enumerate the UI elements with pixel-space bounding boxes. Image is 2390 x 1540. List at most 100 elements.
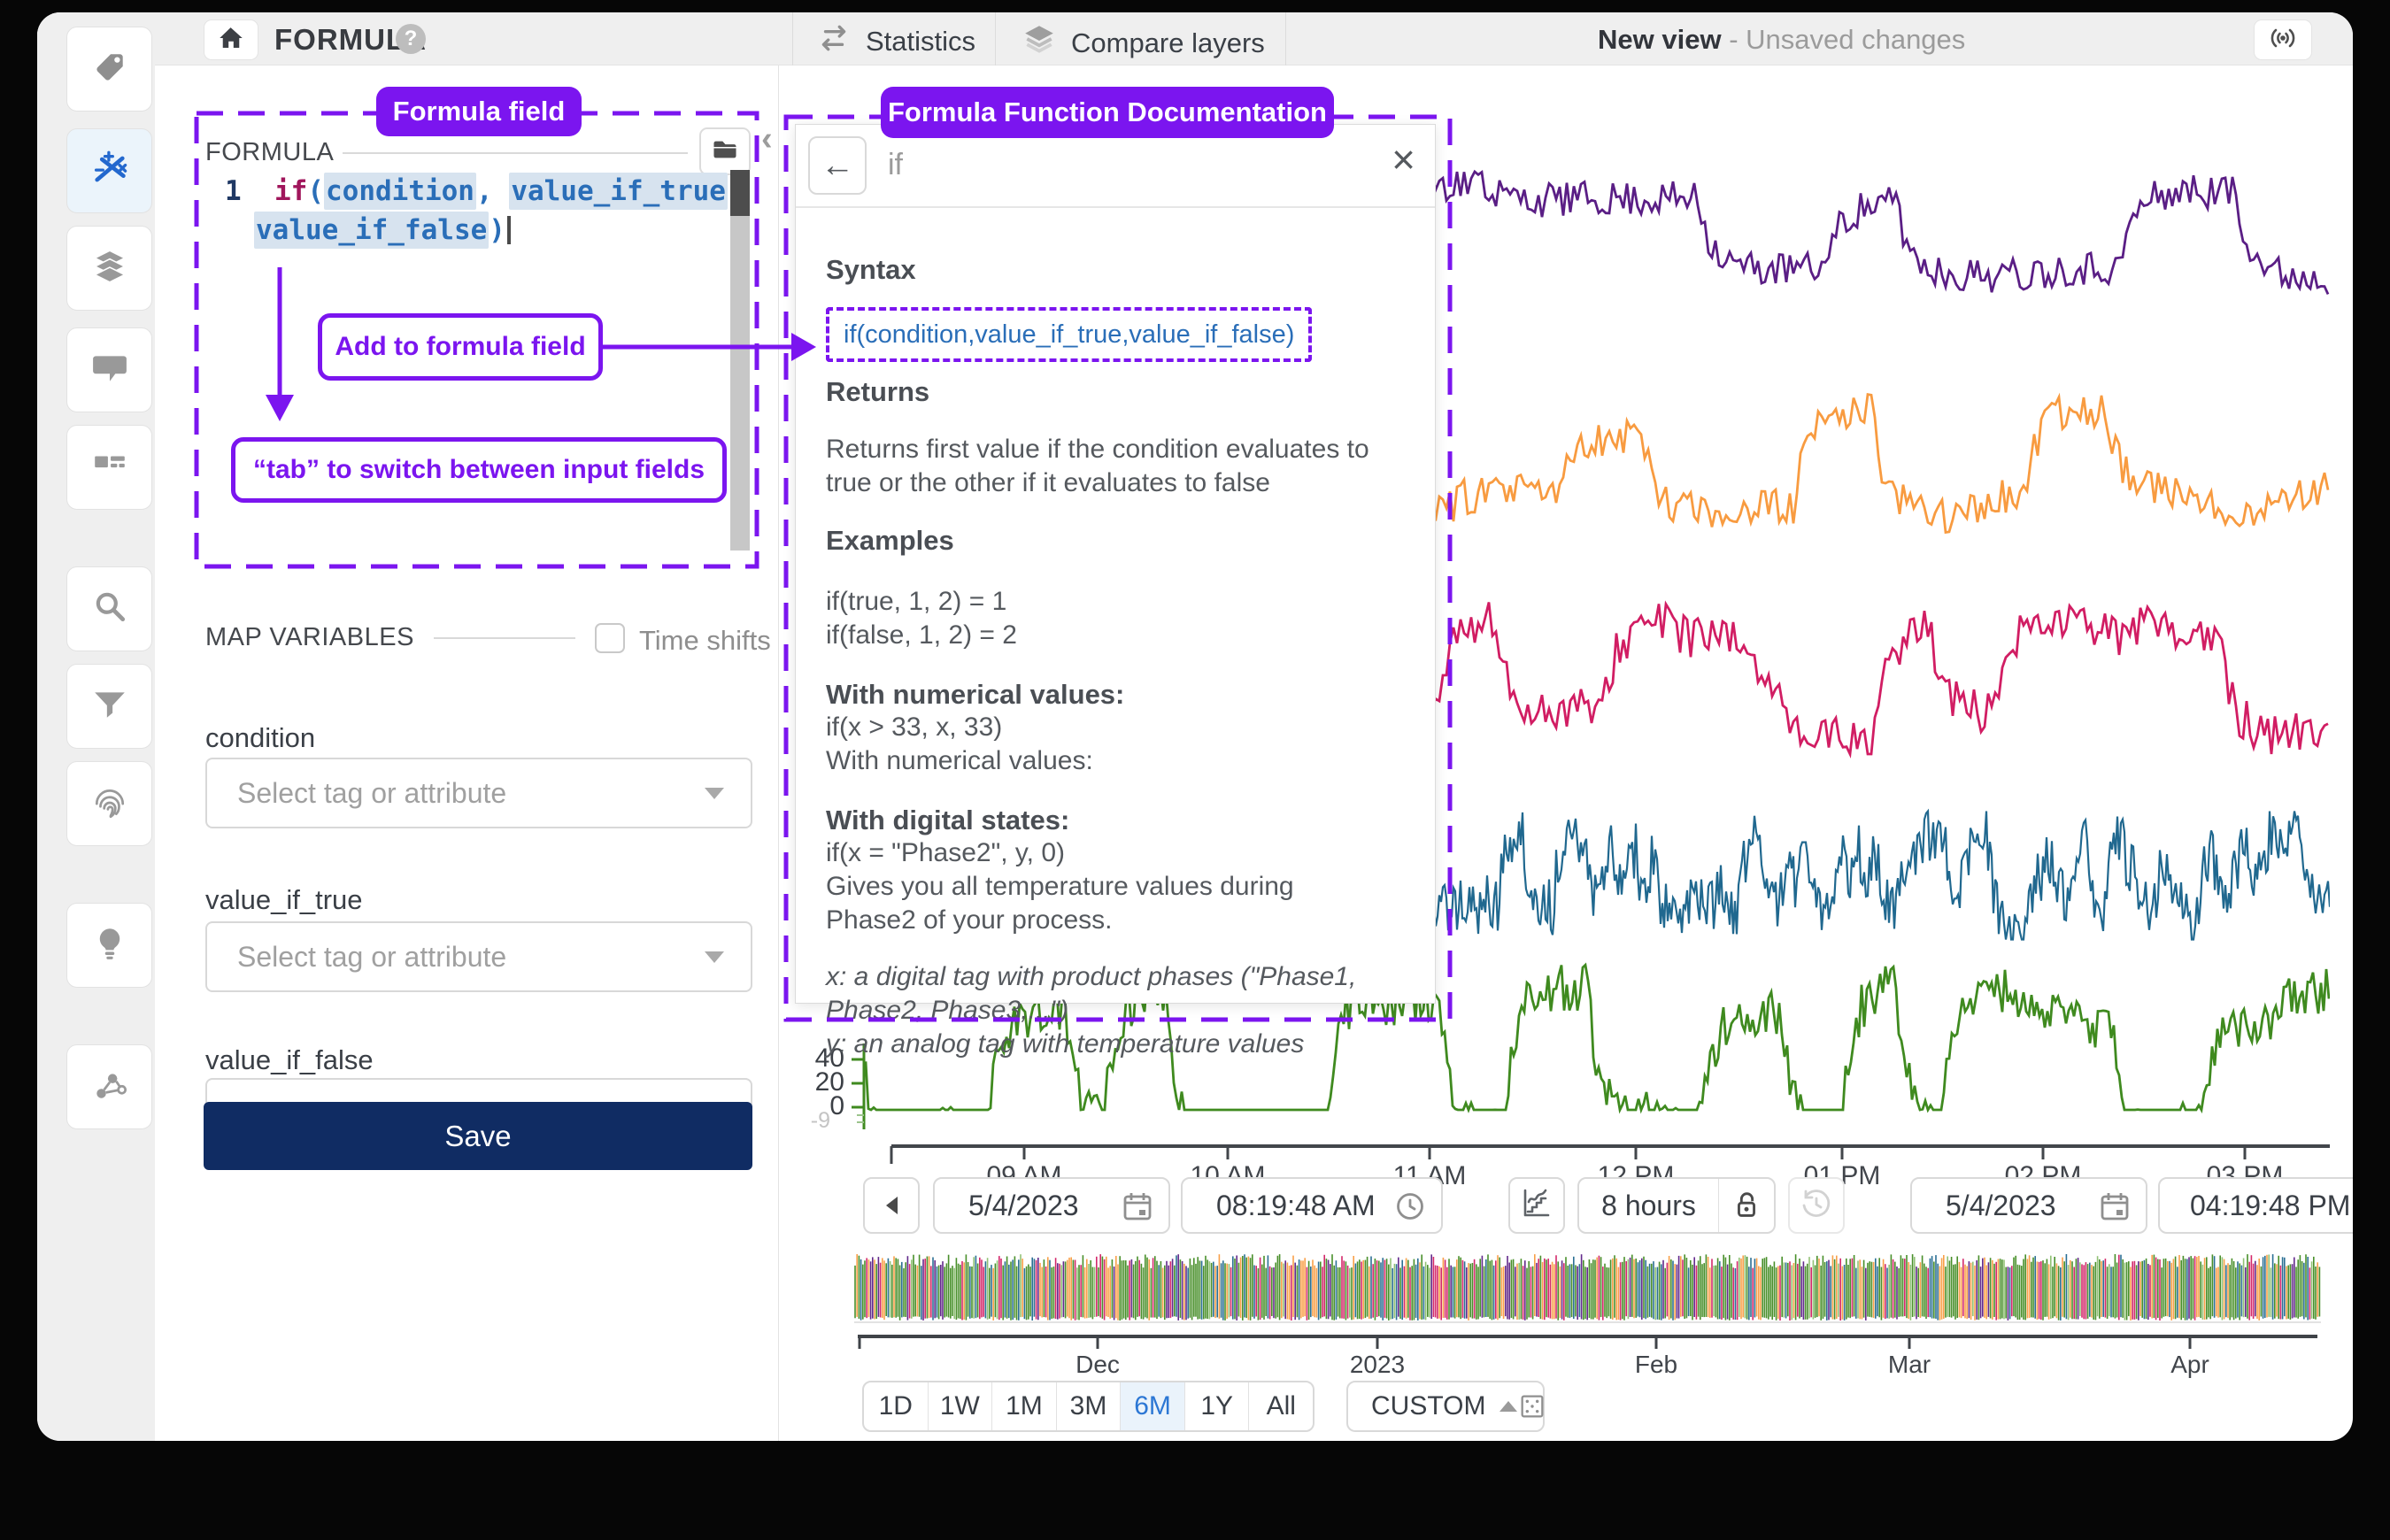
layers-icon bbox=[90, 247, 129, 290]
sidebar-item-recommendations[interactable] bbox=[66, 903, 152, 988]
clock-icon bbox=[1393, 1190, 1427, 1230]
divider bbox=[792, 12, 793, 65]
code-arg-value-if-true[interactable]: value_if_true bbox=[509, 173, 728, 210]
live-mode-button[interactable] bbox=[2254, 19, 2312, 60]
y-axis-tick-secondary: -9 bbox=[777, 1108, 830, 1134]
variable-label-value-if-false: value_if_false bbox=[205, 1044, 374, 1076]
footnote: y: an analog tag with temperature values bbox=[826, 1028, 1410, 1061]
close-icon[interactable]: × bbox=[1392, 139, 1415, 180]
sidebar-item-formulas[interactable] bbox=[66, 128, 152, 213]
zoom-1w[interactable]: 1W bbox=[928, 1382, 992, 1430]
collapse-panel-icon[interactable]: ‹ bbox=[761, 120, 773, 158]
step-back-button[interactable] bbox=[863, 1177, 920, 1234]
divider bbox=[343, 152, 688, 154]
start-time-field[interactable]: 08:19:48 AM bbox=[1181, 1177, 1443, 1234]
variable-label-condition: condition bbox=[205, 722, 315, 754]
fingerprint-icon bbox=[91, 783, 128, 825]
start-date-field[interactable]: 5/4/2023 bbox=[933, 1177, 1170, 1234]
tag-icon bbox=[91, 49, 128, 90]
end-time-field[interactable]: 04:19:48 PM bbox=[2158, 1177, 2353, 1234]
code-arg-condition[interactable]: condition bbox=[324, 173, 476, 210]
examples-heading: Examples bbox=[826, 525, 1412, 557]
home-icon bbox=[216, 24, 246, 57]
text-cursor bbox=[507, 216, 511, 244]
caret-up-icon bbox=[1500, 1401, 1517, 1412]
zoom-3m[interactable]: 3M bbox=[1056, 1382, 1121, 1430]
zoom-1y[interactable]: 1Y bbox=[1184, 1382, 1249, 1430]
code-keyword: if bbox=[274, 175, 307, 207]
formula-section-label: FORMULA bbox=[205, 138, 334, 167]
formula-panel: FORMULA 1 if(condition, value_if_true, v… bbox=[155, 65, 779, 1441]
sidebar-item-layers[interactable] bbox=[66, 226, 152, 311]
example-line: if(true, 1, 2) = 1 bbox=[826, 585, 1406, 619]
code-arg-value-if-false[interactable]: value_if_false bbox=[254, 212, 489, 249]
context-axis-tick: 2023 bbox=[1324, 1351, 1430, 1379]
editor-scrollbar[interactable] bbox=[730, 170, 750, 551]
footnote: x: a digital tag with product phases ("P… bbox=[826, 960, 1410, 1028]
divider bbox=[995, 12, 996, 65]
lock-icon[interactable] bbox=[1719, 1189, 1774, 1222]
code-punct: ) bbox=[489, 214, 505, 246]
sidebar-item-comments[interactable] bbox=[66, 327, 152, 412]
tab-label: Compare layers bbox=[1071, 27, 1265, 59]
sidebar-item-fingerprint[interactable] bbox=[66, 761, 152, 846]
filter-icon bbox=[91, 686, 128, 728]
formula-editor-line-1[interactable]: 1 if(condition, value_if_true, bbox=[225, 175, 744, 207]
sidebar-item-tags[interactable] bbox=[66, 27, 152, 112]
duration-value: 8 hours bbox=[1579, 1190, 1718, 1222]
digital-line: Gives you all temperature values during … bbox=[826, 870, 1375, 937]
doc-header: ← if × bbox=[796, 125, 1435, 208]
select-placeholder: Select tag or attribute bbox=[237, 941, 705, 974]
tab-statistics[interactable]: Statistics bbox=[816, 24, 975, 59]
syntax-heading: Syntax bbox=[826, 254, 1412, 286]
tab-compare-layers[interactable]: Compare layers bbox=[1022, 24, 1265, 63]
divider bbox=[1285, 12, 1286, 65]
formula-editor-line-2[interactable]: value_if_false) bbox=[254, 214, 511, 246]
zoom-6m[interactable]: 6M bbox=[1120, 1382, 1184, 1430]
view-status: - Unsaved changes bbox=[1729, 24, 1965, 55]
digital-line: if(x = "Phase2", y, 0) bbox=[826, 836, 1406, 870]
doc-search-input[interactable]: if bbox=[888, 148, 903, 182]
history-button[interactable] bbox=[1788, 1177, 1845, 1234]
trend-mode-button[interactable] bbox=[1508, 1177, 1565, 1234]
value-if-true-select[interactable]: Select tag or attribute bbox=[205, 921, 752, 992]
sidebar-item-context[interactable] bbox=[66, 1044, 152, 1129]
home-button[interactable] bbox=[204, 19, 258, 60]
context-strip[interactable] bbox=[854, 1252, 2321, 1351]
zoom-1m[interactable]: 1M bbox=[991, 1382, 1056, 1430]
compare-layers-icon bbox=[1022, 24, 1057, 63]
help-icon[interactable]: ? bbox=[396, 24, 426, 54]
time-shifts-checkbox[interactable] bbox=[595, 623, 625, 653]
swap-arrows-icon bbox=[816, 24, 852, 59]
formula-icon bbox=[90, 150, 129, 193]
zoom-custom[interactable]: CUSTOM bbox=[1346, 1381, 1545, 1432]
sidebar-item-search[interactable] bbox=[66, 566, 152, 651]
syntax-code: if(condition,value_if_true,value_if_fals… bbox=[844, 320, 1294, 349]
context-axis-tick: Apr bbox=[2137, 1351, 2243, 1379]
start-date-value: 5/4/2023 bbox=[968, 1190, 1079, 1222]
numerical-line: With numerical values: bbox=[826, 744, 1406, 778]
saved-formulas-button[interactable] bbox=[699, 127, 751, 175]
app-window: FORMULA ? Statistics Compare layers New … bbox=[37, 12, 2353, 1441]
end-date-field[interactable]: 5/4/2023 bbox=[1910, 1177, 2147, 1234]
duration-field[interactable]: 8 hours bbox=[1577, 1177, 1776, 1234]
syntax-snippet[interactable]: if(condition,value_if_true,value_if_fals… bbox=[826, 307, 1312, 362]
sidebar-item-dashboard[interactable] bbox=[66, 425, 152, 510]
doc-body: Syntax if(condition,value_if_true,value_… bbox=[796, 208, 1435, 1003]
comment-icon bbox=[91, 350, 128, 391]
scrollbar-thumb[interactable] bbox=[730, 170, 750, 216]
save-button[interactable]: Save bbox=[204, 1102, 752, 1170]
zoom-all[interactable]: All bbox=[1248, 1382, 1313, 1430]
code-punct: , bbox=[476, 175, 509, 207]
trend-steps-icon bbox=[1519, 1186, 1554, 1226]
view-title: New view - Unsaved changes bbox=[1598, 24, 1965, 56]
divider bbox=[434, 637, 575, 639]
sidebar-item-filter[interactable] bbox=[66, 664, 152, 749]
fit-screen-icon[interactable] bbox=[1517, 1391, 1547, 1421]
condition-select[interactable]: Select tag or attribute bbox=[205, 758, 752, 828]
variable-label-value-if-true: value_if_true bbox=[205, 884, 363, 916]
folder-icon bbox=[710, 135, 740, 168]
zoom-1d[interactable]: 1D bbox=[864, 1382, 928, 1430]
back-button[interactable]: ← bbox=[808, 136, 867, 195]
context-axis-tick: Mar bbox=[1856, 1351, 1962, 1379]
